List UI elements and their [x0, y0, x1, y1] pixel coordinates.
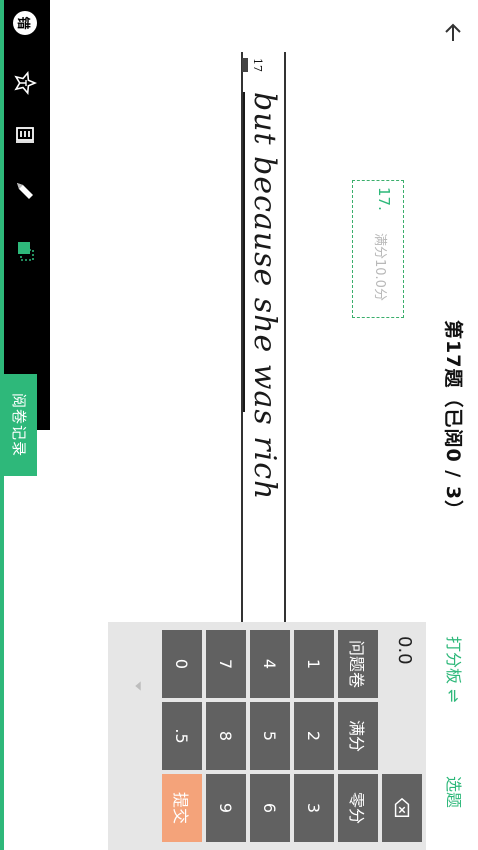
arrow-left-icon	[445, 23, 461, 41]
answer-underline	[243, 92, 245, 412]
backspace-icon	[394, 797, 410, 817]
page-title: 第17题（已阅0 / 3）	[442, 320, 464, 521]
screen: 第17题（已阅0 / 3） 打分板 ⇌ 选题 17 but because sh…	[0, 0, 478, 850]
scan-question-number: 17	[251, 58, 264, 72]
problem-paper-key[interactable]: 问题卷	[338, 630, 378, 698]
key-6[interactable]: 6	[250, 774, 290, 842]
pen-button[interactable]	[12, 178, 38, 204]
key-3[interactable]: 3	[294, 774, 334, 842]
back-button[interactable]	[438, 18, 468, 48]
key-4[interactable]: 4	[250, 630, 290, 698]
marking-toolbar: 错	[0, 0, 50, 430]
excellent-mark-button[interactable]	[12, 70, 38, 96]
eraser-button[interactable]	[12, 238, 38, 264]
error-mark-button[interactable]: 错	[12, 10, 38, 36]
excellent-mark-icon	[14, 71, 37, 95]
key-5[interactable]: 5	[250, 702, 290, 770]
handwritten-answer: but because she was rich	[247, 92, 282, 501]
accent-edge	[0, 0, 4, 850]
eraser-icon	[18, 242, 34, 261]
pen-icon	[17, 183, 33, 199]
backspace-key[interactable]	[382, 774, 422, 842]
rotated-app: 第17题（已阅0 / 3） 打分板 ⇌ 选题 17 but because sh…	[0, 0, 478, 850]
annotation-icon	[16, 127, 34, 143]
annotation-button[interactable]	[12, 122, 38, 148]
full-score-key[interactable]: 满分	[338, 702, 378, 770]
key-half[interactable]: .5	[162, 702, 202, 770]
submit-key[interactable]: 提交	[162, 774, 202, 842]
key-1[interactable]: 1	[294, 630, 334, 698]
header-bar: 第17题（已阅0 / 3） 打分板 ⇌ 选题	[427, 0, 478, 850]
key-2[interactable]: 2	[294, 702, 334, 770]
pad-collapse-bar[interactable]	[118, 630, 158, 842]
score-pad: 0.0 问题卷 满分 零分 1 2 3 4 5 6 7 8 9 0 .5 提交	[108, 622, 426, 850]
scorepad-toggle-button[interactable]: 打分板 ⇌	[428, 636, 478, 703]
collapse-triangle-icon	[135, 681, 141, 691]
zero-score-key[interactable]: 零分	[338, 774, 378, 842]
score-box[interactable]: 17. 满分10.0分	[352, 180, 404, 318]
key-7[interactable]: 7	[206, 630, 246, 698]
review-records-tab[interactable]: 阅卷记录	[0, 374, 37, 476]
scan-artifact	[242, 58, 248, 72]
key-8[interactable]: 8	[206, 702, 246, 770]
score-box-question-number: 17.	[375, 187, 393, 211]
score-box-full-score: 满分10.0分	[372, 233, 387, 301]
key-9[interactable]: 9	[206, 774, 246, 842]
key-0[interactable]: 0	[162, 630, 202, 698]
select-question-button[interactable]: 选题	[428, 776, 478, 808]
error-mark-icon: 错	[13, 11, 37, 35]
score-display: 0.0	[386, 630, 422, 776]
